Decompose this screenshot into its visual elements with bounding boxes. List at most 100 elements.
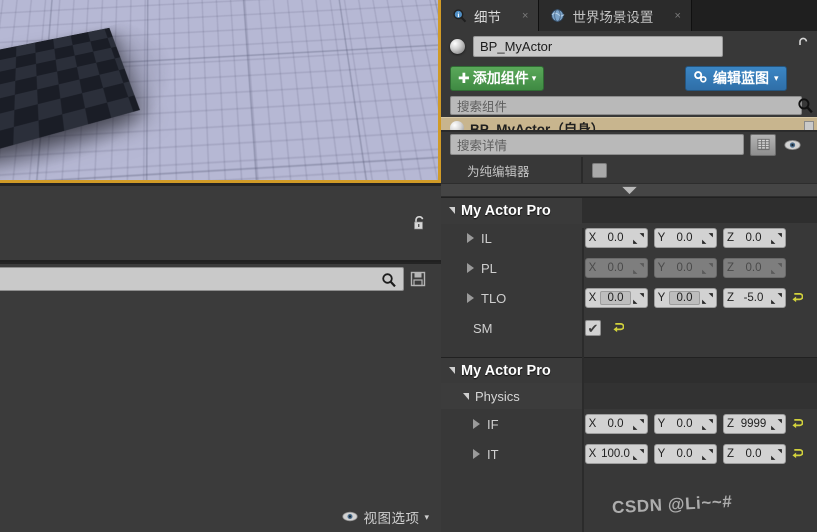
view-options-button[interactable]: 视图选项 ▾	[342, 507, 429, 527]
spinner-icon	[771, 262, 782, 274]
spinner-icon	[702, 448, 713, 460]
details-search-icon: i	[452, 8, 467, 23]
close-icon[interactable]: ×	[674, 10, 680, 22]
spinner-icon	[702, 418, 713, 430]
axis-value[interactable]: 0.0	[599, 232, 632, 244]
unlock-icon[interactable]	[796, 36, 812, 59]
axis-value[interactable]: 0.0	[669, 291, 700, 305]
vector-field-z[interactable]: Z 9999	[723, 414, 786, 434]
vector-field-y[interactable]: Y 0.0	[654, 288, 717, 308]
vector-field-z[interactable]: Z 0.0	[723, 444, 786, 464]
collapse-bar[interactable]	[441, 183, 817, 197]
tab-strip: i 细节 × 世界场景设置 ×	[441, 0, 817, 31]
tab-details[interactable]: i 细节 ×	[441, 0, 540, 31]
spinner-icon	[702, 232, 713, 244]
vector-field-z[interactable]: Z 0.0	[723, 228, 786, 248]
reset-arrow-icon[interactable]	[613, 322, 624, 334]
triangle-expanded-icon	[449, 367, 455, 374]
triangle-collapsed-icon[interactable]	[467, 263, 474, 273]
axis-value[interactable]: 0.0	[737, 232, 770, 244]
component-search-input[interactable]: 搜索组件	[450, 96, 802, 115]
triangle-collapsed-icon[interactable]	[467, 233, 474, 243]
property-label: SM	[473, 320, 493, 336]
edit-blueprint-button[interactable]: 编辑蓝图 ▾	[685, 65, 787, 91]
actor-name-field[interactable]: BP_MyActor	[473, 36, 723, 57]
details-search-input[interactable]: 搜索详情	[450, 134, 744, 155]
component-tree-label: BP_MyActor（自身）	[470, 122, 605, 130]
vector-field-z: Z 0.0	[723, 258, 786, 278]
vector-field-z[interactable]: Z -5.0	[723, 288, 786, 308]
axis-value[interactable]: 100.0	[599, 448, 632, 460]
axis-value[interactable]: 0.0	[599, 418, 632, 430]
gears-icon	[693, 70, 708, 87]
component-row-button[interactable]	[804, 121, 814, 130]
triangle-collapsed-icon[interactable]	[473, 419, 480, 429]
subgroup-title: Physics	[475, 388, 520, 404]
close-icon[interactable]: ×	[522, 10, 528, 22]
component-tree-selected-row[interactable]: BP_MyActor（自身）	[441, 117, 817, 130]
axis-label: X	[588, 262, 597, 274]
vector-field-y[interactable]: Y 0.0	[654, 228, 717, 248]
vector-field-y[interactable]: Y 0.0	[654, 414, 717, 434]
category-header-my-actor-pro-1[interactable]: My Actor Pro	[441, 197, 817, 224]
axis-label: Y	[657, 292, 666, 304]
tab-world-settings[interactable]: 世界场景设置 ×	[539, 0, 692, 31]
axis-value: 0.0	[745, 262, 762, 274]
category-header-my-actor-pro-2[interactable]: My Actor Pro	[441, 357, 817, 384]
sm-checkbox[interactable]: ✔	[585, 320, 601, 336]
spinner-icon	[771, 448, 782, 460]
vector-field-y: Y 0.0	[654, 258, 717, 278]
search-input[interactable]	[0, 267, 404, 291]
section-gap	[441, 343, 817, 357]
axis-value[interactable]: 9999	[737, 418, 770, 430]
grid-view-icon[interactable]	[750, 133, 776, 156]
axis-label: Z	[726, 448, 735, 460]
search-icon	[381, 272, 397, 293]
tab-details-label: 细节	[474, 9, 501, 25]
category-title: My Actor Pro	[461, 362, 551, 379]
subgroup-header-physics[interactable]: Physics	[441, 383, 817, 409]
unlock-icon[interactable]	[411, 214, 429, 232]
vector-field-x[interactable]: X 0.0	[585, 228, 648, 248]
axis-value[interactable]: 0.0	[600, 291, 631, 305]
reset-arrow-icon[interactable]	[792, 292, 803, 304]
axis-value[interactable]: 0.0	[668, 448, 701, 460]
tab-world-settings-label: 世界场景设置	[572, 9, 654, 25]
axis-value[interactable]: 0.0	[737, 448, 770, 460]
level-viewport[interactable]	[0, 0, 441, 183]
add-component-button[interactable]: ✚ 添加组件 ▾	[450, 65, 545, 91]
chevron-down-icon	[621, 186, 637, 194]
vector-field-x[interactable]: X 100.0	[585, 444, 648, 464]
axis-label: X	[588, 448, 597, 460]
vector-field-y[interactable]: Y 0.0	[654, 444, 717, 464]
vector-field-x[interactable]: X 0.0	[585, 414, 648, 434]
spinner-icon	[633, 262, 644, 274]
category-title: My Actor Pro	[461, 202, 551, 219]
column-divider	[581, 157, 583, 183]
axis-label: X	[588, 418, 597, 430]
eye-icon[interactable]	[782, 135, 802, 155]
axis-label: X	[588, 292, 597, 304]
vector-field-x: X 0.0	[585, 258, 648, 278]
save-icon[interactable]	[410, 271, 426, 292]
reset-arrow-icon[interactable]	[792, 418, 803, 430]
view-options-label: 视图选项	[363, 511, 420, 526]
globe-icon	[550, 8, 565, 23]
axis-label: Z	[726, 262, 735, 274]
triangle-collapsed-icon[interactable]	[473, 449, 480, 459]
vector-field-x[interactable]: X 0.0	[585, 288, 648, 308]
spinner-icon	[771, 418, 782, 430]
editor-only-label: 为纯编辑器	[467, 164, 530, 179]
reset-arrow-icon[interactable]	[792, 448, 803, 460]
spinner-icon	[633, 292, 644, 304]
svg-text:i: i	[457, 12, 459, 19]
axis-value[interactable]: -5.0	[737, 292, 770, 304]
spinner-icon	[771, 292, 782, 304]
triangle-collapsed-icon[interactable]	[467, 293, 474, 303]
left-panel-header	[0, 186, 441, 262]
editor-only-checkbox[interactable]	[592, 162, 607, 178]
axis-value[interactable]: 0.0	[668, 418, 701, 430]
spinner-icon	[702, 262, 713, 274]
axis-label: Y	[657, 418, 666, 430]
axis-value[interactable]: 0.0	[668, 232, 701, 244]
